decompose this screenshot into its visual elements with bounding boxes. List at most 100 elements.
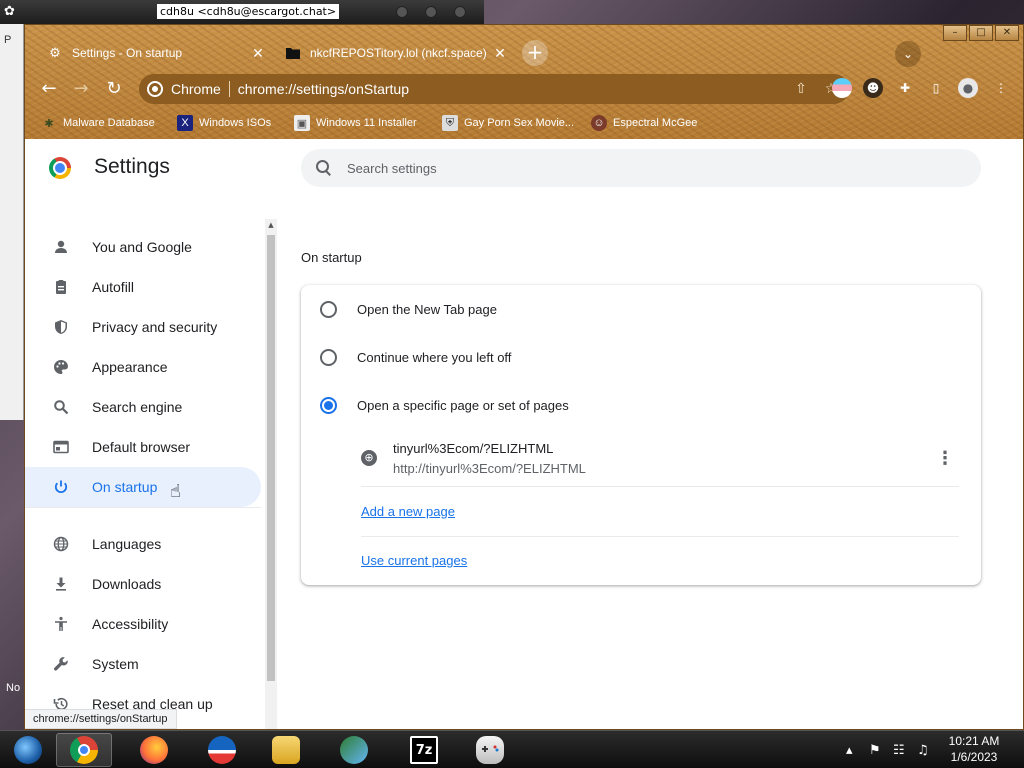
taskbar-chrome[interactable] [56, 733, 112, 767]
taskbar-7zip[interactable]: 7z [396, 733, 452, 767]
tab-title: nkcfREPOSTitory.lol (nkcf.space) [310, 46, 487, 60]
wrench-icon [51, 654, 71, 674]
profile-icon[interactable]: ● [958, 78, 978, 98]
scrollbar-thumb[interactable] [267, 235, 275, 681]
sidebar-item-autofill[interactable]: Autofill [25, 267, 261, 307]
taskbar-firefox[interactable] [126, 733, 182, 767]
globe-icon: ⊕ [361, 450, 377, 466]
add-new-page-link[interactable]: Add a new page [361, 504, 455, 519]
sidebar-item-on-startup[interactable]: On startup [25, 467, 261, 507]
sidebar-item-label: Accessibility [92, 616, 169, 632]
sidebar-item-you-and-google[interactable]: You and Google [25, 227, 261, 267]
image-icon: ▣ [294, 115, 310, 131]
search-settings-box[interactable] [301, 149, 981, 187]
extensions-puzzle-icon[interactable]: ✚ [895, 78, 915, 98]
tab-search-button[interactable]: ⌄ [895, 41, 921, 67]
browser-titlebar: – □ ✕ ⚙ Settings - On startup ✕ nkcfREPO… [25, 25, 1023, 139]
startup-page-url: http://tinyurl%3Ecom/?ELIZHTML [393, 461, 586, 476]
settings-page: Settings You and Google Autofill [25, 139, 1023, 729]
radio-button[interactable] [320, 300, 337, 318]
sidebar-item-languages[interactable]: Languages [25, 524, 261, 564]
settings-sidebar: You and Google Autofill Privacy and secu… [25, 219, 265, 729]
globe-icon [51, 534, 71, 554]
radio-button[interactable] [320, 348, 337, 366]
minimize-dot-button[interactable] [396, 6, 408, 18]
search-input[interactable] [347, 160, 947, 176]
forward-button[interactable]: → [69, 77, 93, 101]
maximize-dot-button[interactable] [425, 6, 437, 18]
start-button[interactable] [0, 733, 56, 767]
menu-kebab-icon[interactable]: ⋮ [991, 78, 1011, 98]
address-bar[interactable]: Chrome chrome://settings/onStartup ⇧ ☆ [139, 74, 849, 104]
tray-overflow-chevron-icon[interactable]: ▴ [846, 731, 853, 768]
radio-open-specific-pages[interactable]: Open a specific page or set of pages [301, 381, 981, 429]
sidebar-item-default-browser[interactable]: Default browser [25, 427, 261, 467]
card-divider [361, 536, 959, 537]
bookmark-malware-database[interactable]: ✱ Malware Database [41, 113, 154, 133]
taskbar-messenger[interactable] [326, 733, 382, 767]
sidebar-item-label: Privacy and security [92, 319, 218, 335]
radio-button-selected[interactable] [320, 396, 337, 414]
pride-flag-extension-icon[interactable] [832, 78, 852, 98]
background-window[interactable]: P [0, 24, 24, 420]
search-icon [315, 159, 333, 177]
close-dot-button[interactable] [454, 6, 466, 18]
sidebar-item-appearance[interactable]: Appearance [25, 347, 261, 387]
search-icon [51, 397, 71, 417]
bookmark-windows-11-installer[interactable]: ▣ Windows 11 Installer [294, 113, 417, 133]
chrome-icon [70, 736, 98, 764]
tab-settings-on-startup[interactable]: ⚙ Settings - On startup ✕ [39, 38, 275, 68]
taskbar-obama-app[interactable] [194, 733, 250, 767]
bookmark-gay-porn-sex-movie[interactable]: ⛨ Gay Porn Sex Movie... [442, 113, 574, 133]
omnibox-separator [228, 81, 230, 97]
shield-icon [51, 317, 71, 337]
sidebar-scrollbar[interactable]: ▲ ▼ [265, 219, 277, 729]
desktop-text: No [6, 682, 21, 694]
share-icon[interactable]: ⇧ [789, 77, 813, 101]
system-clock[interactable]: 10:21 AM 1/6/2023 [934, 733, 1014, 765]
close-tab-button[interactable]: ✕ [249, 44, 267, 62]
volume-icon[interactable]: ♫ [917, 731, 929, 768]
more-actions-icon[interactable]: ⋮ [933, 447, 957, 471]
scroll-up-arrow-icon[interactable]: ▲ [265, 219, 277, 231]
startup-page-title: tinyurl%3Ecom/?ELIZHTML [393, 441, 554, 456]
bookmark-espectral-mcgee[interactable]: ☺ Espectral McGee [591, 113, 697, 133]
action-center-flag-icon[interactable]: ⚑ [869, 731, 881, 768]
network-icon[interactable]: ☷ [893, 731, 905, 768]
messenger-window-titlebar[interactable]: ✿ cdh8u <cdh8u@escargot.chat> [0, 0, 484, 24]
back-button[interactable]: ← [37, 77, 61, 101]
sidebar-item-privacy-and-security[interactable]: Privacy and security [25, 307, 261, 347]
side-panel-icon[interactable]: ▯ [926, 78, 946, 98]
sidebar-item-downloads[interactable]: Downloads [25, 564, 261, 604]
radio-open-new-tab[interactable]: Open the New Tab page [301, 285, 981, 333]
new-tab-button[interactable]: + [522, 40, 548, 66]
messenger-title: cdh8u <cdh8u@escargot.chat> [157, 4, 340, 19]
reload-button[interactable]: ↻ [102, 77, 126, 101]
bookmark-label: Espectral McGee [613, 117, 698, 129]
sidebar-item-label: System [92, 656, 139, 672]
sidebar-item-label: Languages [92, 536, 162, 552]
download-icon [51, 574, 71, 594]
sidebar-item-system[interactable]: System [25, 644, 261, 684]
minimize-button[interactable]: – [943, 25, 967, 41]
close-tab-button[interactable]: ✕ [491, 44, 509, 62]
bookmark-windows-isos[interactable]: X Windows ISOs [177, 113, 271, 133]
use-current-pages-link[interactable]: Use current pages [361, 553, 467, 568]
site-chip[interactable]: Chrome [171, 81, 221, 97]
close-window-button[interactable]: ✕ [995, 25, 1019, 41]
7zip-icon: 7z [410, 736, 438, 764]
avatar-extension-icon[interactable]: ☻ [863, 78, 883, 98]
tab-nkcf-repository[interactable]: nkcfREPOSTitory.lol (nkcf.space) ✕ [277, 38, 517, 68]
chrome-window: – □ ✕ ⚙ Settings - On startup ✕ nkcfREPO… [24, 24, 1024, 730]
bookmark-label: Windows 11 Installer [316, 117, 417, 129]
maximize-button[interactable]: □ [969, 25, 993, 41]
taskbar-file-explorer[interactable] [258, 733, 314, 767]
taskbar: 7z ▴ ⚑ ☷ ♫ 10:21 AM 1/6/2023 [0, 730, 1024, 768]
radio-label: Continue where you left off [357, 349, 512, 365]
palette-icon [51, 357, 71, 377]
sidebar-item-accessibility[interactable]: Accessibility [25, 604, 261, 644]
sidebar-item-search-engine[interactable]: Search engine [25, 387, 261, 427]
radio-continue-where-left-off[interactable]: Continue where you left off [301, 333, 981, 381]
url-text[interactable]: chrome://settings/onStartup [238, 81, 789, 97]
taskbar-gamepad[interactable] [462, 733, 518, 767]
